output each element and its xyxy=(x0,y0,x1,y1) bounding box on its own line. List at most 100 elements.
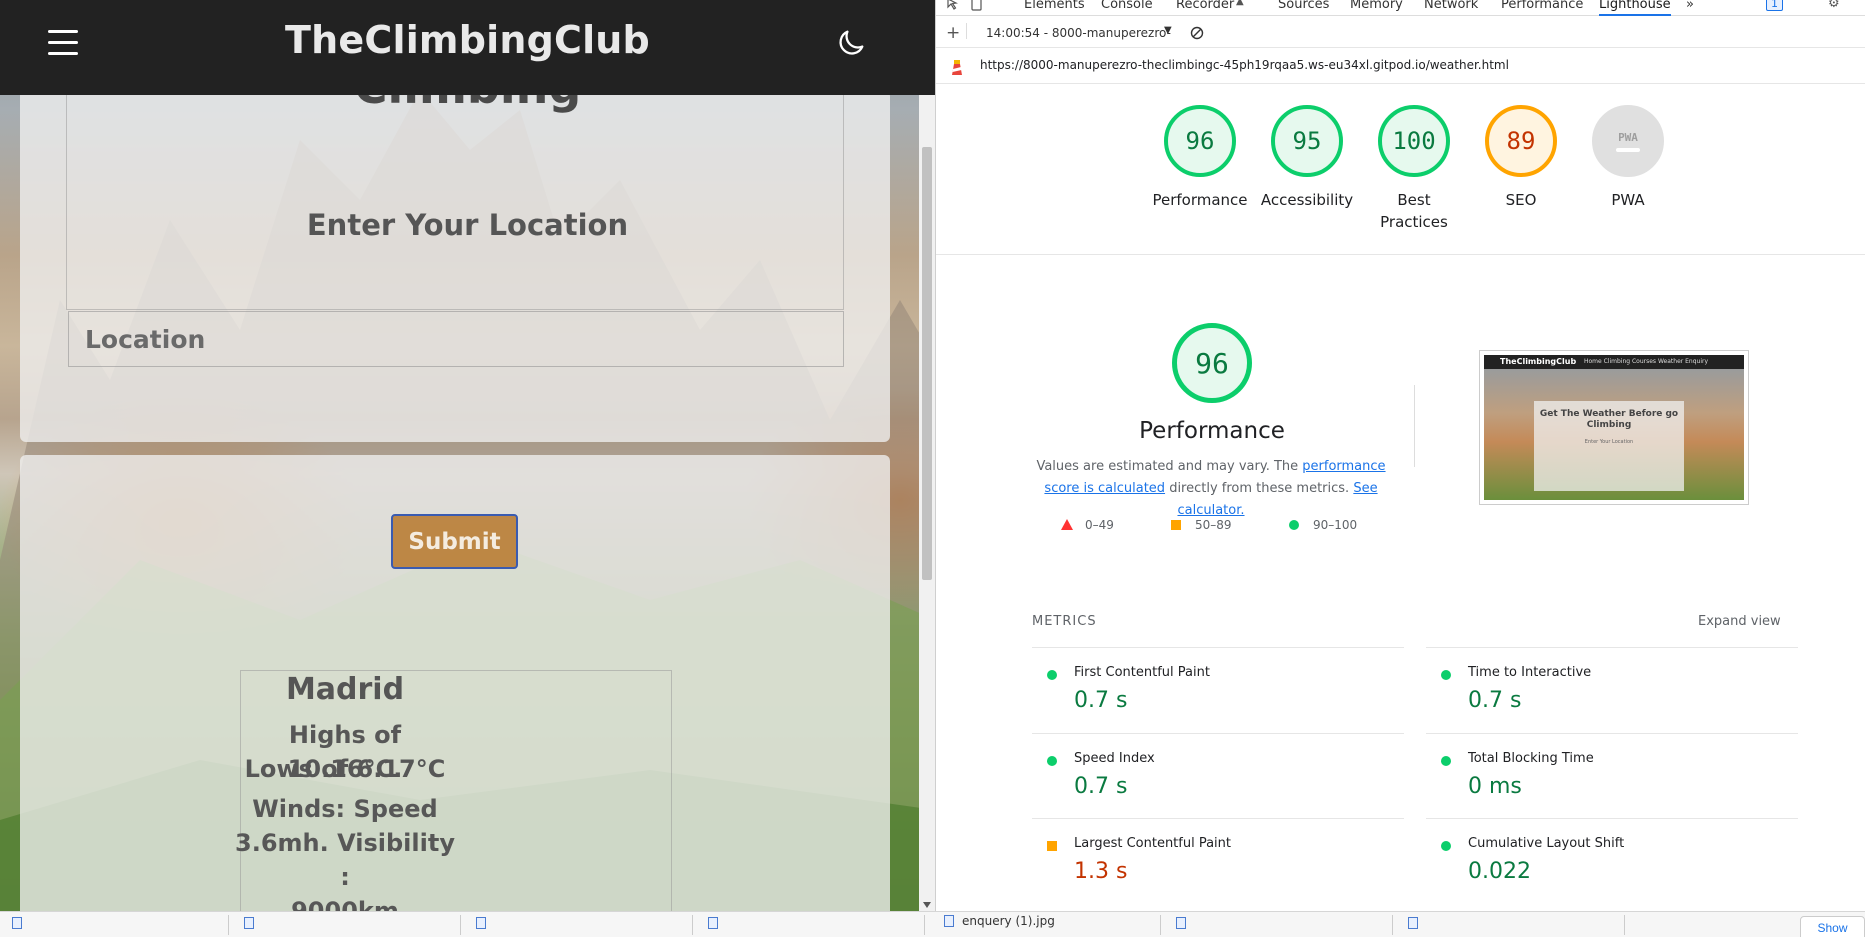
triangle-icon xyxy=(1061,519,1073,530)
thumbnail-card: Get The Weather Before go Climbing Enter… xyxy=(1534,401,1684,491)
score-gauge-seo[interactable]: 89 SEO xyxy=(1484,105,1558,211)
scrollbar-thumb[interactable] xyxy=(922,147,932,580)
show-all-downloads-button[interactable]: Show all xyxy=(1800,916,1865,937)
metric-value: 0.7 s xyxy=(1074,688,1128,713)
submit-button[interactable]: Submit xyxy=(391,514,518,569)
site-brand[interactable]: TheClimbingClub xyxy=(0,18,935,62)
dark-mode-moon-icon[interactable] xyxy=(834,26,868,60)
pwa-badge-icon: PWA xyxy=(1592,105,1664,177)
location-input[interactable] xyxy=(68,311,844,367)
pwa-badge-text: PWA xyxy=(1618,130,1638,144)
legend-range: 0–49 xyxy=(1085,518,1114,532)
metric-total-blocking-time: Total Blocking Time 0 ms xyxy=(1426,733,1798,819)
performance-title: Performance xyxy=(1139,418,1285,444)
download-filename: enquery (1).jpg xyxy=(962,914,1055,928)
inspect-element-icon[interactable] xyxy=(946,0,960,11)
download-item-enquery[interactable]: enquery (1).jpg xyxy=(944,914,1055,936)
devtools-tab-bar: Elements Console Recorder ▲ Sources Memo… xyxy=(936,0,1865,16)
average-square-icon xyxy=(1047,841,1057,851)
download-item[interactable] xyxy=(12,916,30,937)
score-legend: 0–49 50–89 90–100 xyxy=(1061,518,1391,538)
gauge-label: Accessibility xyxy=(1260,191,1354,209)
final-screenshot-thumbnail[interactable]: TheClimbingClub Home Climbing Courses We… xyxy=(1479,350,1749,505)
tab-network[interactable]: Network xyxy=(1424,0,1478,12)
metric-name: Largest Contentful Paint xyxy=(1074,836,1232,851)
enter-location-label: Enter Your Location xyxy=(306,208,629,242)
gauge-ring: 96 xyxy=(1164,105,1236,177)
device-toolbar-icon[interactable] xyxy=(970,0,984,11)
tab-sources[interactable]: Sources xyxy=(1278,0,1329,12)
page-scrollbar[interactable] xyxy=(919,95,935,911)
metric-largest-contentful-paint: Largest Contentful Paint 1.3 s xyxy=(1032,818,1404,904)
vertical-divider xyxy=(1414,385,1415,467)
metric-value: 0.022 xyxy=(1468,859,1531,884)
wind-line-3: 9000km xyxy=(291,897,399,911)
summary-divider xyxy=(936,254,1865,255)
tab-performance[interactable]: Performance xyxy=(1501,0,1583,12)
gauge-label: Best Practices xyxy=(1380,191,1448,231)
weather-wind-visibility: Winds: Speed 3.6mh. Visibility : 9000km xyxy=(230,792,460,911)
good-dot-icon xyxy=(1047,756,1057,766)
download-item[interactable] xyxy=(244,916,262,937)
website-viewport: Climbing Enter Your Location Submit Madr… xyxy=(0,0,935,911)
gauge-ring: 95 xyxy=(1271,105,1343,177)
thumbnail-brand: TheClimbingClub xyxy=(1500,357,1577,366)
audited-url[interactable]: https://8000-manuperezro-theclimbingc-45… xyxy=(980,58,1509,72)
download-shelf: enquery (1).jpg Show all xyxy=(0,911,1865,937)
score-gauge-pwa[interactable]: PWA PWA xyxy=(1591,105,1665,211)
score-gauge-best-practices[interactable]: 100 Best Practices xyxy=(1377,105,1451,233)
gauge-ring: 100 xyxy=(1378,105,1450,177)
score-gauge-accessibility[interactable]: 95 Accessibility xyxy=(1261,105,1353,211)
shelf-separator xyxy=(692,915,693,935)
shelf-separator xyxy=(1392,915,1393,935)
devtools-panel: Elements Console Recorder ▲ Sources Memo… xyxy=(935,0,1865,911)
performance-description: Values are estimated and may vary. The p… xyxy=(1036,456,1386,522)
download-item[interactable] xyxy=(1408,916,1426,937)
metric-speed-index: Speed Index 0.7 s xyxy=(1032,733,1404,819)
good-dot-icon xyxy=(1441,841,1451,851)
metric-value: 0.7 s xyxy=(1074,774,1128,799)
weather-city: Madrid xyxy=(285,672,405,707)
performance-score-gauge: 96 xyxy=(1172,323,1252,403)
report-dropdown-chevron-icon[interactable]: ▼ xyxy=(1164,25,1172,36)
more-tabs-icon[interactable]: » xyxy=(1686,0,1694,12)
tab-lighthouse[interactable]: Lighthouse xyxy=(1599,0,1671,16)
lighthouse-toolbar: + 14:00:54 - 8000-manuperezro- ▼ xyxy=(936,20,1865,48)
download-item[interactable] xyxy=(708,916,726,937)
tab-memory[interactable]: Memory xyxy=(1350,0,1403,12)
scroll-down-arrow-icon[interactable] xyxy=(923,902,931,908)
settings-gear-icon[interactable]: ⚙ xyxy=(1828,0,1840,11)
report-selector[interactable]: 14:00:54 - 8000-manuperezro- xyxy=(986,26,1171,40)
issues-badge[interactable]: 1 xyxy=(1766,0,1783,11)
shelf-separator xyxy=(228,915,229,935)
top-navbar: TheClimbingClub xyxy=(0,0,935,95)
file-icon xyxy=(244,917,254,929)
tab-recorder[interactable]: Recorder xyxy=(1176,0,1234,12)
legend-poor: 0–49 xyxy=(1061,518,1114,532)
tab-console[interactable]: Console xyxy=(1101,0,1153,12)
shelf-separator xyxy=(460,915,461,935)
shelf-separator xyxy=(1160,915,1161,935)
weather-lows: Lows of 6.17°C xyxy=(244,755,446,783)
score-gauge-performance[interactable]: 96 Performance xyxy=(1152,105,1248,211)
thumbnail-subheading: Enter Your Location xyxy=(1584,439,1634,445)
metric-first-contentful-paint: First Contentful Paint 0.7 s xyxy=(1032,647,1404,733)
desc-text: directly from these metrics. xyxy=(1169,481,1350,496)
new-report-plus-icon[interactable]: + xyxy=(946,23,960,43)
clear-reports-icon[interactable] xyxy=(1190,26,1204,40)
download-item[interactable] xyxy=(476,916,494,937)
gauge-label: PWA xyxy=(1611,191,1645,209)
gauge-label: SEO xyxy=(1505,191,1537,209)
toolbar-separator xyxy=(966,23,967,39)
download-item[interactable] xyxy=(1176,916,1194,937)
expand-view-toggle[interactable]: Expand view xyxy=(1698,614,1781,629)
recorder-flask-icon: ▲ xyxy=(1236,0,1244,7)
wind-line-1: Winds: Speed xyxy=(252,795,438,823)
location-form-frame xyxy=(66,95,844,310)
tab-elements[interactable]: Elements xyxy=(1024,0,1085,12)
legend-range: 90–100 xyxy=(1313,518,1358,532)
thumbnail-heading: Get The Weather Before go Climbing xyxy=(1539,409,1679,430)
metric-value: 0 ms xyxy=(1468,774,1522,799)
gauge-ring: 89 xyxy=(1485,105,1557,177)
metric-name: Time to Interactive xyxy=(1468,665,1592,680)
